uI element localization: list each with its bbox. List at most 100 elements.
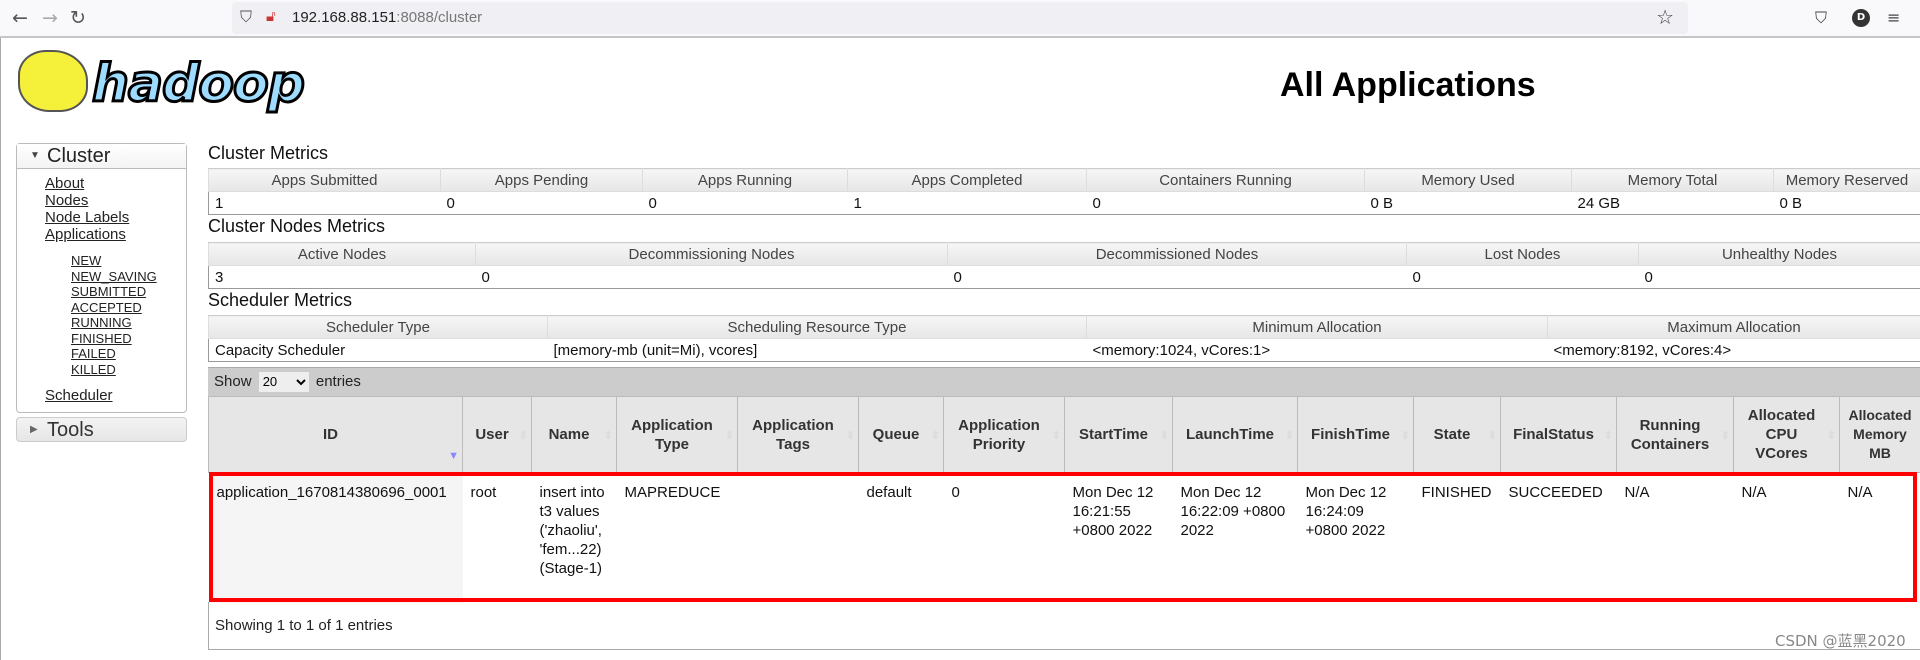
address-bar[interactable]: ⛉ 🔓︎ 192.168.88.151:8088/cluster ☆ <box>232 2 1688 34</box>
value-maximum-allocation: <memory:8192, vCores:4> <box>1547 338 1920 362</box>
header-label: Allocated CPU VCores <box>1747 407 1816 462</box>
collapse-triangle-icon: ▼ <box>30 150 40 161</box>
account-avatar[interactable]: D <box>1852 9 1870 27</box>
header-label: FinishTime <box>1311 426 1390 443</box>
insecure-lock-icon[interactable]: 🔓︎ <box>266 7 276 25</box>
bookmark-star-icon[interactable]: ☆ <box>1656 5 1674 29</box>
page-border <box>0 38 1 660</box>
state-link-killed[interactable]: KILLED <box>71 362 186 378</box>
column-header-running-containers[interactable]: Running Containers ⬍ <box>1616 396 1734 473</box>
value-memory-used: 0 B <box>1364 191 1572 215</box>
sidebar-link-node-labels[interactable]: Node Labels <box>45 209 186 226</box>
expand-triangle-icon: ▶ <box>30 424 38 435</box>
link-active-nodes[interactable]: 3 <box>215 269 223 286</box>
sidebar-link-scheduler[interactable]: Scheduler <box>45 387 186 404</box>
value-scheduler-type: Capacity Scheduler <box>208 338 548 362</box>
link-decommissioned-nodes[interactable]: 0 <box>954 269 962 286</box>
sort-desc-icon: ▼ <box>448 450 459 462</box>
sidebar-link-nodes[interactable]: Nodes <box>45 192 186 209</box>
header-maximum-allocation: Maximum Allocation <box>1547 315 1920 339</box>
value-apps-completed: 1 <box>847 191 1087 215</box>
header-label: User <box>475 426 509 443</box>
column-header-allocated-memory[interactable]: Allocated Memory MB <box>1839 396 1920 473</box>
reload-icon[interactable]: ↻ <box>66 7 90 29</box>
cluster-metrics-title: Cluster Metrics <box>208 143 329 163</box>
sort-icon: ⬍ <box>603 430 613 442</box>
column-header-launch-time[interactable]: LaunchTime ⬍ <box>1172 396 1298 473</box>
hadoop-logo[interactable]: hadoop <box>14 48 314 120</box>
page-size-select[interactable]: 20 <box>258 371 309 392</box>
node-metrics-table: Active Nodes Decommissioning Nodes Decom… <box>208 242 1920 289</box>
column-header-id[interactable]: ID ▼ <box>208 396 463 473</box>
highlight-box <box>209 472 1917 602</box>
sort-icon: ⬍ <box>1603 430 1613 442</box>
column-header-application-priority[interactable]: Application Priority ⬍ <box>943 396 1065 473</box>
column-header-queue[interactable]: Queue ⬍ <box>858 396 944 473</box>
value-scheduling-resource-type: [memory-mb (unit=Mi), vcores] <box>547 338 1087 362</box>
column-header-user[interactable]: User ⬍ <box>462 396 532 473</box>
state-link-submitted[interactable]: SUBMITTED <box>71 284 186 300</box>
value-apps-running: 0 <box>642 191 848 215</box>
sidebar-link-applications[interactable]: Applications <box>45 226 186 243</box>
scheduler-metrics-table: Scheduler Type Scheduling Resource Type … <box>208 315 1920 362</box>
table-header-row: ID ▼ User ⬍ Name ⬍ Application Type ⬍ Applic… <box>208 396 1920 473</box>
column-header-allocated-cpu[interactable]: Allocated CPU VCores ⬍ <box>1733 396 1840 473</box>
column-header-finish-time[interactable]: FinishTime ⬍ <box>1297 396 1414 473</box>
header-label: Running Containers <box>1630 416 1710 453</box>
column-header-final-status[interactable]: FinalStatus ⬍ <box>1500 396 1617 473</box>
sort-icon: ⬍ <box>1159 430 1169 442</box>
column-header-name[interactable]: Name ⬍ <box>531 396 617 473</box>
header-label: Application Priority <box>958 416 1040 453</box>
tools-header[interactable]: ▶ Tools <box>16 417 187 442</box>
header-memory-used: Memory Used <box>1364 168 1572 192</box>
column-header-application-type[interactable]: Application Type ⬍ <box>616 396 738 473</box>
back-icon[interactable]: ← <box>8 7 32 29</box>
header-apps-submitted: Apps Submitted <box>208 168 441 192</box>
sort-icon: ⬍ <box>724 430 734 442</box>
column-header-state[interactable]: State ⬍ <box>1413 396 1501 473</box>
header-label: Application Tags <box>752 416 834 453</box>
header-scheduling-resource-type: Scheduling Resource Type <box>547 315 1087 339</box>
link-lost-nodes[interactable]: 0 <box>1413 269 1421 286</box>
scheduler-metrics-title: Scheduler Metrics <box>208 290 353 310</box>
column-header-start-time[interactable]: StartTime ⬍ <box>1064 396 1173 473</box>
logo-wordmark: hadoop <box>90 53 306 116</box>
header-label: LaunchTime <box>1185 426 1275 443</box>
cluster-header[interactable]: ▼ Cluster <box>17 144 186 169</box>
forward-icon[interactable]: → <box>38 7 62 29</box>
elephant-icon <box>18 50 88 112</box>
state-link-new-saving[interactable]: NEW_SAVING <box>71 269 186 285</box>
sort-icon: ⬍ <box>1400 430 1410 442</box>
cluster-panel: ▼ Cluster About Nodes Node Labels Applica… <box>16 143 187 413</box>
shield-icon[interactable]: ⛉ <box>240 7 252 27</box>
link-decommissioning-nodes[interactable]: 0 <box>482 269 490 286</box>
state-link-accepted[interactable]: ACCEPTED <box>71 300 186 316</box>
pocket-icon[interactable]: ⛉ <box>1815 8 1827 28</box>
menu-icon[interactable]: ≡ <box>1887 8 1900 27</box>
header-containers-running: Containers Running <box>1086 168 1365 192</box>
state-link-new[interactable]: NEW <box>71 253 186 269</box>
header-label: ID <box>323 426 338 443</box>
header-apps-pending: Apps Pending <box>440 168 643 192</box>
link-unhealthy-nodes[interactable]: 0 <box>1645 269 1653 286</box>
header-label: FinalStatus <box>1513 426 1594 443</box>
state-link-running[interactable]: RUNNING <box>71 315 186 331</box>
state-link-failed[interactable]: FAILED <box>71 346 186 362</box>
sidebar-link-about[interactable]: About <box>45 175 186 192</box>
state-link-finished[interactable]: FINISHED <box>71 331 186 347</box>
url-text[interactable]: 192.168.88.151:8088/cluster <box>292 9 482 26</box>
sort-icon: ⬍ <box>930 430 940 442</box>
header-scheduler-type: Scheduler Type <box>208 315 548 339</box>
column-header-application-tags[interactable]: Application Tags ⬍ <box>737 396 859 473</box>
table-info: Showing 1 to 1 of 1 entries <box>208 602 1920 650</box>
header-label: Allocated Memory MB <box>1848 407 1912 461</box>
header-decommissioning-nodes: Decommissioning Nodes <box>475 242 948 266</box>
header-label: State <box>1433 426 1471 443</box>
header-active-nodes: Active Nodes <box>208 242 476 266</box>
sort-icon: ⬍ <box>1051 430 1061 442</box>
header-memory-reserved: Memory Reserved <box>1773 168 1920 192</box>
header-label: StartTime <box>1079 426 1148 443</box>
value-apps-submitted: 1 <box>208 191 441 215</box>
sidebar: ▼ Cluster About Nodes Node Labels Applica… <box>16 143 187 442</box>
value-minimum-allocation: <memory:1024, vCores:1> <box>1086 338 1548 362</box>
